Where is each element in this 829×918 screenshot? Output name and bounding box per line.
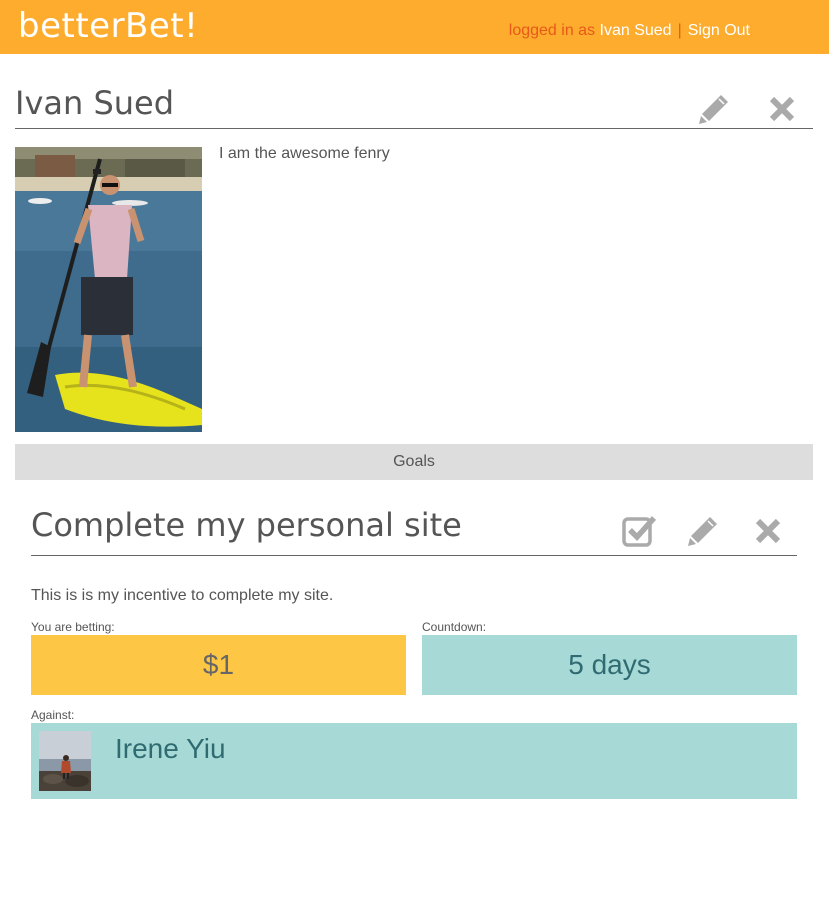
profile-divider bbox=[15, 128, 813, 129]
person-on-rocks-avatar bbox=[39, 731, 91, 791]
delete-goal-button[interactable] bbox=[750, 513, 786, 549]
sign-out-link[interactable]: Sign Out bbox=[688, 22, 750, 39]
edit-profile-button[interactable] bbox=[696, 91, 732, 127]
goals-section-header: Goals bbox=[15, 444, 813, 480]
header-separator: | bbox=[677, 22, 682, 39]
profile-photo bbox=[15, 147, 202, 432]
close-icon bbox=[755, 518, 781, 544]
bet-amount: $1 bbox=[31, 635, 406, 695]
goal-description: This is is my incentive to complete my s… bbox=[31, 587, 334, 604]
countdown-label: Countdown: bbox=[422, 620, 487, 634]
delete-profile-button[interactable] bbox=[764, 91, 800, 127]
goal-title: Complete my personal site bbox=[31, 506, 462, 544]
top-header: betterBet! logged in as Ivan Sued | Sign O… bbox=[0, 0, 829, 54]
brand-logo[interactable]: betterBet! bbox=[18, 6, 198, 46]
against-label: Against: bbox=[31, 708, 75, 722]
betting-label: You are betting: bbox=[31, 620, 115, 634]
checkbox-check-icon bbox=[622, 516, 657, 547]
close-icon bbox=[769, 96, 795, 122]
profile-name: Ivan Sued bbox=[15, 84, 175, 122]
current-user-link[interactable]: Ivan Sued bbox=[600, 22, 672, 39]
opponent-card[interactable]: Irene Yiu bbox=[31, 723, 797, 799]
profile-bio: I am the awesome fenry bbox=[219, 145, 390, 162]
countdown-value: 5 days bbox=[422, 635, 797, 695]
edit-goal-button[interactable] bbox=[685, 513, 721, 549]
opponent-avatar bbox=[39, 731, 91, 791]
pencil-icon bbox=[699, 95, 728, 124]
complete-goal-button[interactable] bbox=[621, 513, 657, 549]
logged-in-text: logged in as bbox=[508, 22, 596, 39]
paddleboarder-photo bbox=[15, 147, 202, 432]
pencil-icon bbox=[688, 517, 717, 546]
opponent-name: Irene Yiu bbox=[115, 733, 226, 764]
goal-divider bbox=[31, 555, 797, 556]
user-status: logged in as Ivan Sued | Sign Out bbox=[509, 22, 750, 40]
